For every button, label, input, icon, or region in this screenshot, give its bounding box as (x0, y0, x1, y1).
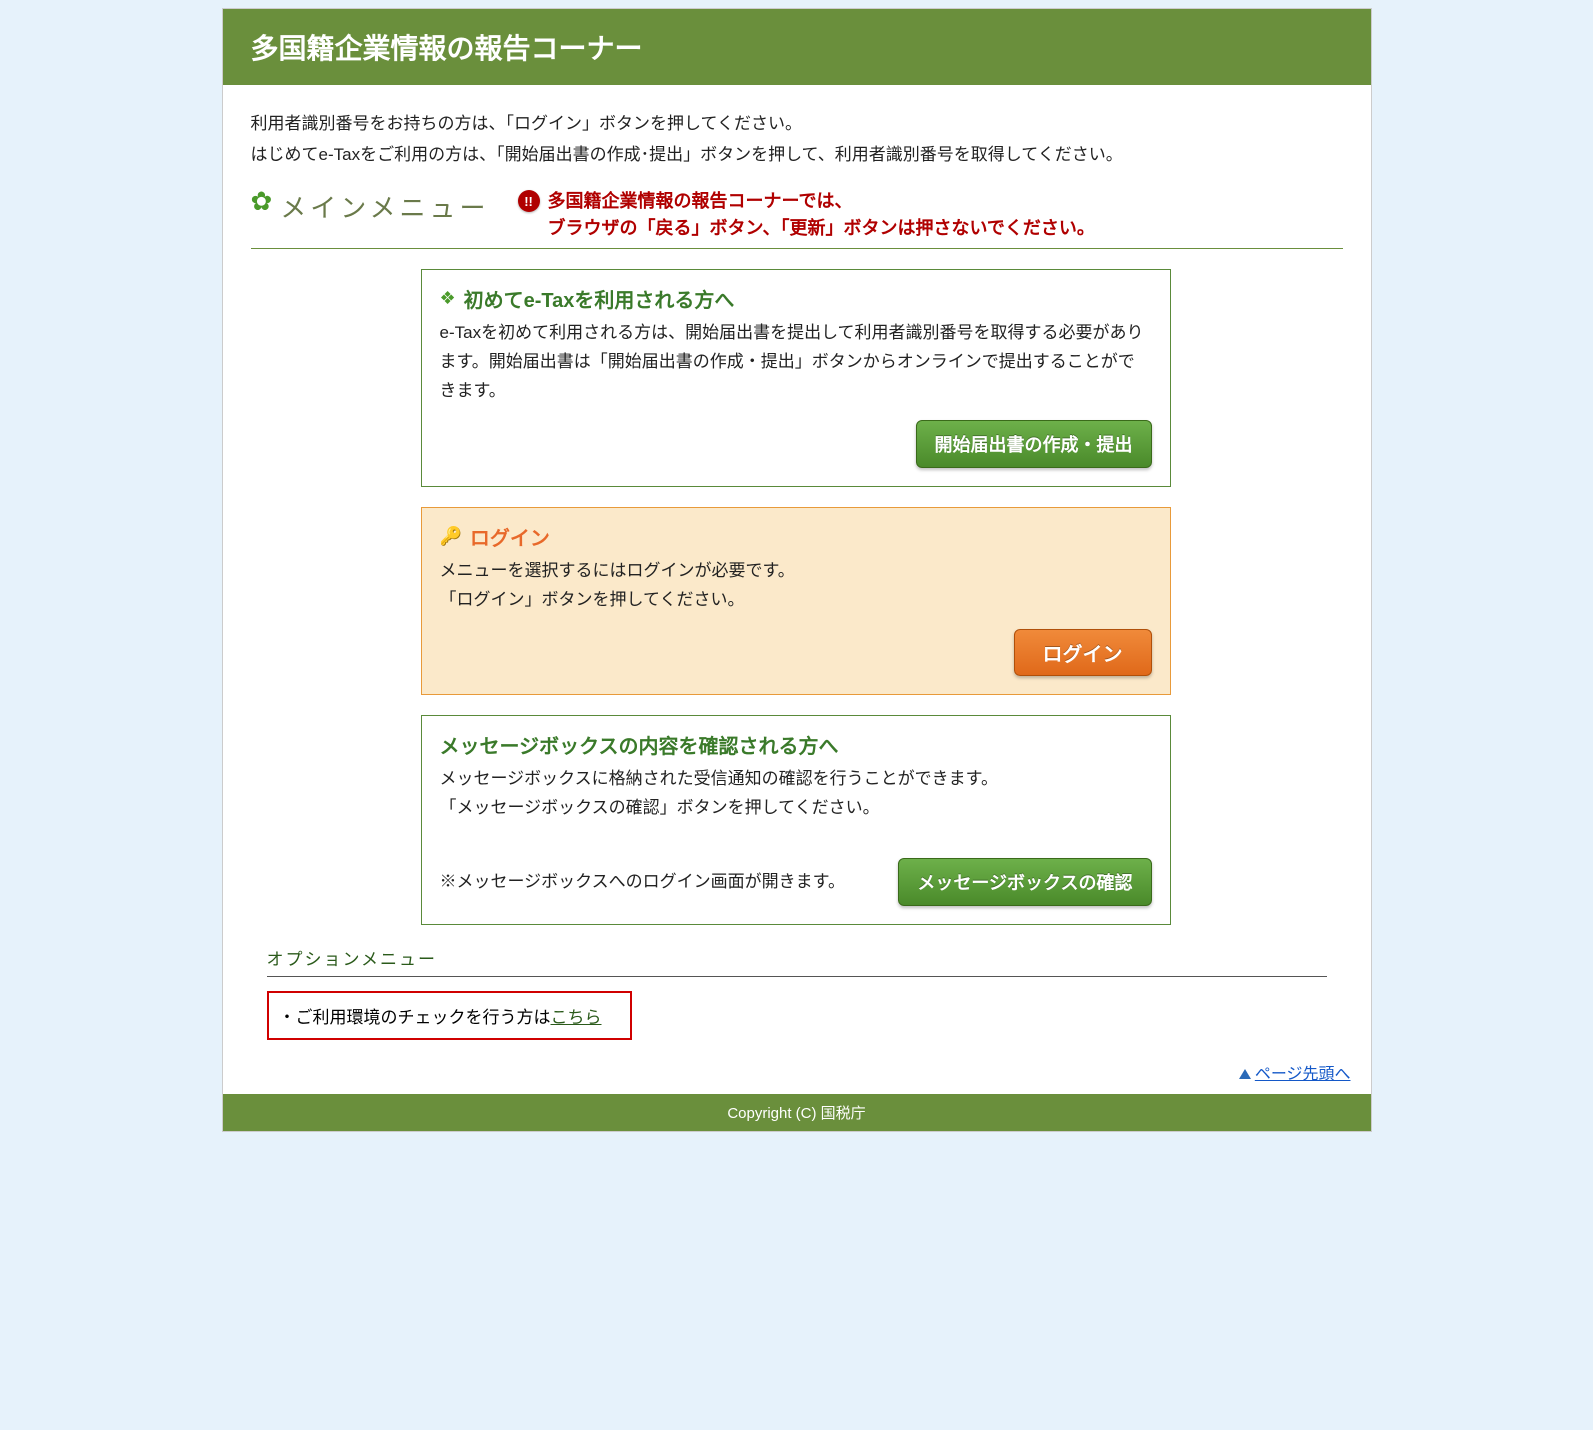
panel-body-line: 「メッセージボックスの確認」ボタンを押してください。 (440, 794, 1152, 823)
exclamation-icon: !! (518, 190, 540, 212)
environment-check-item: ・ご利用環境のチェックを行う方はこちら (267, 991, 632, 1040)
warning-text: 多国籍企業情報の報告コーナーでは、 ブラウザの「戻る」ボタン、「更新」ボタンは押… (548, 188, 1095, 242)
panel-title-row: ❖ 初めてe-Taxを利用される方へ (440, 284, 1152, 313)
first-time-panel: ❖ 初めてe-Taxを利用される方へ e-Taxを初めて利用される方は、開始届出… (421, 269, 1171, 487)
clover-icon: ✿ (251, 188, 273, 214)
message-box-panel: メッセージボックスの内容を確認される方へ メッセージボックスに格納された受信通知… (421, 715, 1171, 926)
intro-text: 利用者識別番号をお持ちの方は、「ログイン」ボタンを押してください。 はじめてe-… (251, 109, 1343, 170)
panel-body: e-Taxを初めて利用される方は、開始届出書を提出して利用者識別番号を取得する必… (440, 319, 1152, 406)
option-menu-title: オプションメニュー (267, 945, 1327, 977)
panel-title-row: 🔑 ログイン (440, 522, 1152, 551)
environment-check-link[interactable]: こちら (551, 1008, 602, 1027)
panel-body-line: 「ログイン」ボタンを押してください。 (440, 586, 1152, 615)
leaf-icon: ❖ (440, 288, 456, 309)
panel-body: メニューを選択するにはログインが必要です。 「ログイン」ボタンを押してください。 (440, 557, 1152, 615)
panel-body-line: メッセージボックスに格納された受信通知の確認を行うことができます。 (440, 765, 1152, 794)
panel-body-line: メニューを選択するにはログインが必要です。 (440, 557, 1152, 586)
warning-message: !! 多国籍企業情報の報告コーナーでは、 ブラウザの「戻る」ボタン、「更新」ボタ… (518, 188, 1343, 242)
page-header: 多国籍企業情報の報告コーナー (223, 9, 1371, 85)
intro-line: 利用者識別番号をお持ちの方は、「ログイン」ボタンを押してください。 (251, 109, 1343, 140)
option-item-text: ・ご利用環境のチェックを行う方は (279, 1008, 551, 1027)
arrow-up-icon (1239, 1069, 1251, 1079)
panel-title-row: メッセージボックスの内容を確認される方へ (440, 730, 1152, 759)
panel-title: メッセージボックスの内容を確認される方へ (440, 730, 839, 759)
page-top-row: ページ先頭へ (223, 1050, 1371, 1094)
page-title: 多国籍企業情報の報告コーナー (251, 33, 643, 64)
page-top-link[interactable]: ページ先頭へ (1255, 1066, 1351, 1083)
start-notification-button[interactable]: 開始届出書の作成・提出 (916, 420, 1152, 468)
app-container: 多国籍企業情報の報告コーナー 利用者識別番号をお持ちの方は、「ログイン」ボタンを… (222, 8, 1372, 1132)
main-menu-title: メインメニュー (280, 188, 489, 225)
panel-body: メッセージボックスに格納された受信通知の確認を行うことができます。 「メッセージ… (440, 765, 1152, 823)
page-footer: Copyright (C) 国税庁 (223, 1094, 1371, 1131)
content-area: 利用者識別番号をお持ちの方は、「ログイン」ボタンを押してください。 はじめてe-… (223, 85, 1371, 1050)
copyright-text: Copyright (C) 国税庁 (727, 1105, 865, 1122)
message-box-confirm-button[interactable]: メッセージボックスの確認 (898, 858, 1151, 906)
panel-note: ※メッセージボックスへのログイン画面が開きます。 (440, 868, 845, 897)
login-button[interactable]: ログイン (1014, 629, 1152, 676)
main-menu-header: ✿ メインメニュー !! 多国籍企業情報の報告コーナーでは、 ブラウザの「戻る」… (251, 188, 1343, 249)
warning-line: ブラウザの「戻る」ボタン、「更新」ボタンは押さないでください。 (548, 215, 1095, 242)
panel-title: 初めてe-Taxを利用される方へ (464, 284, 735, 313)
panels-column: ❖ 初めてe-Taxを利用される方へ e-Taxを初めて利用される方は、開始届出… (421, 269, 1171, 925)
intro-line: はじめてe-Taxをご利用の方は、「開始届出書の作成･提出」ボタンを押して、利用… (251, 140, 1343, 171)
key-icon: 🔑 (440, 526, 462, 547)
panel-title: ログイン (470, 522, 550, 551)
warning-line: 多国籍企業情報の報告コーナーでは、 (548, 188, 1095, 215)
option-menu-section: オプションメニュー ・ご利用環境のチェックを行う方はこちら (251, 945, 1343, 1040)
login-panel: 🔑 ログイン メニューを選択するにはログインが必要です。 「ログイン」ボタンを押… (421, 507, 1171, 695)
